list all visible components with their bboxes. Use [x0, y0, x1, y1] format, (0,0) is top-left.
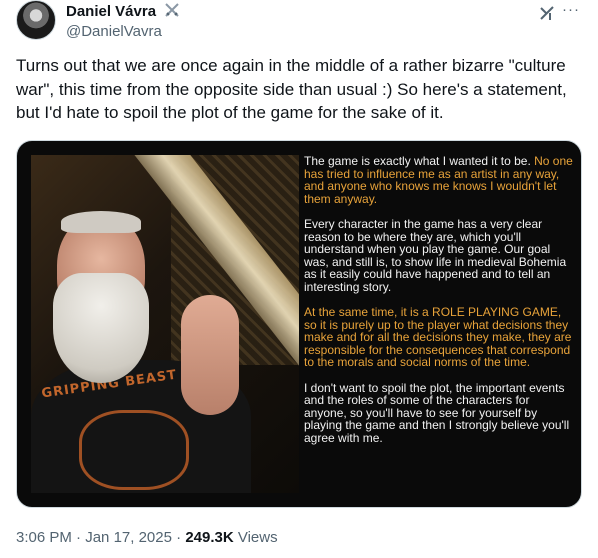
crossed-swords-icon: [164, 2, 180, 24]
statement-paragraph-3: At the same time, it is a ROLE PLAYING G…: [304, 305, 572, 369]
hair: [61, 211, 141, 233]
more-icon[interactable]: ···: [562, 0, 580, 20]
author-display-name[interactable]: Daniel Vávra: [66, 2, 180, 24]
views-label: Views: [237, 529, 278, 546]
author-photo: GRIPPING BEAST: [31, 155, 299, 493]
views-count[interactable]: 249.3K: [185, 529, 233, 546]
celtic-knot-print: [79, 410, 189, 490]
grok-icon[interactable]: [538, 4, 556, 27]
meta-separator: ·: [76, 529, 82, 546]
tweet-time[interactable]: 3:06 PM: [16, 529, 72, 546]
statement-paragraph-1: The game is exactly what I wanted it to …: [304, 155, 574, 205]
tweet-image[interactable]: GRIPPING BEAST The game is exactly what …: [16, 140, 582, 508]
avatar[interactable]: [16, 0, 56, 40]
statement-text: The game is exactly what I wanted it to …: [304, 155, 574, 457]
beard: [53, 273, 149, 383]
statement-paragraph-2: Every character in the game has a very c…: [304, 217, 567, 294]
meta-separator: ·: [176, 529, 182, 546]
statement-paragraph-4: I don't want to spoil the plot, the impo…: [304, 380, 570, 445]
tweet-meta: 3:06 PM · Jan 17, 2025 · 249.3K Views: [16, 528, 278, 548]
tweet-date[interactable]: Jan 17, 2025: [85, 529, 172, 546]
pointing-hand: [181, 295, 239, 415]
display-name-text: Daniel Vávra: [66, 3, 157, 20]
tweet-text: Turns out that we are once again in the …: [16, 56, 567, 122]
author-handle[interactable]: @DanielVavra: [66, 22, 162, 42]
